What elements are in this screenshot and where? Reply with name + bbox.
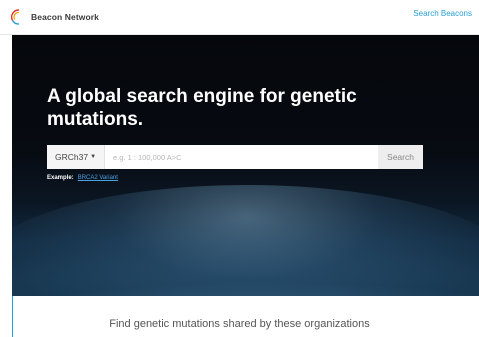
top-navbar: Beacon Network Search Beacons [0, 0, 479, 35]
earth-horizon-image [12, 185, 479, 296]
search-input[interactable] [105, 145, 378, 169]
logo-text: Beacon Network [31, 12, 100, 22]
search-beacons-link[interactable]: Search Beacons [413, 9, 472, 18]
hero-title: A global search engine for genetic mutat… [47, 86, 357, 130]
divider [12, 296, 13, 337]
brand-logo[interactable]: Beacon Network [10, 8, 110, 26]
caret-down-icon: ▼ [90, 154, 97, 160]
beacon-logo-icon [10, 8, 28, 26]
assembly-dropdown[interactable]: GRCh37 ▼ [47, 145, 105, 169]
example-row: Example: BRCA2 Variant [47, 175, 118, 181]
organizations-tagline: Find genetic mutations shared by these o… [109, 318, 370, 330]
example-label: Example: [47, 175, 74, 181]
search-button[interactable]: Search [378, 145, 423, 169]
search-bar: GRCh37 ▼ Search [47, 145, 423, 169]
example-link[interactable]: BRCA2 Variant [78, 175, 118, 181]
assembly-selected: GRCh37 [54, 152, 89, 162]
